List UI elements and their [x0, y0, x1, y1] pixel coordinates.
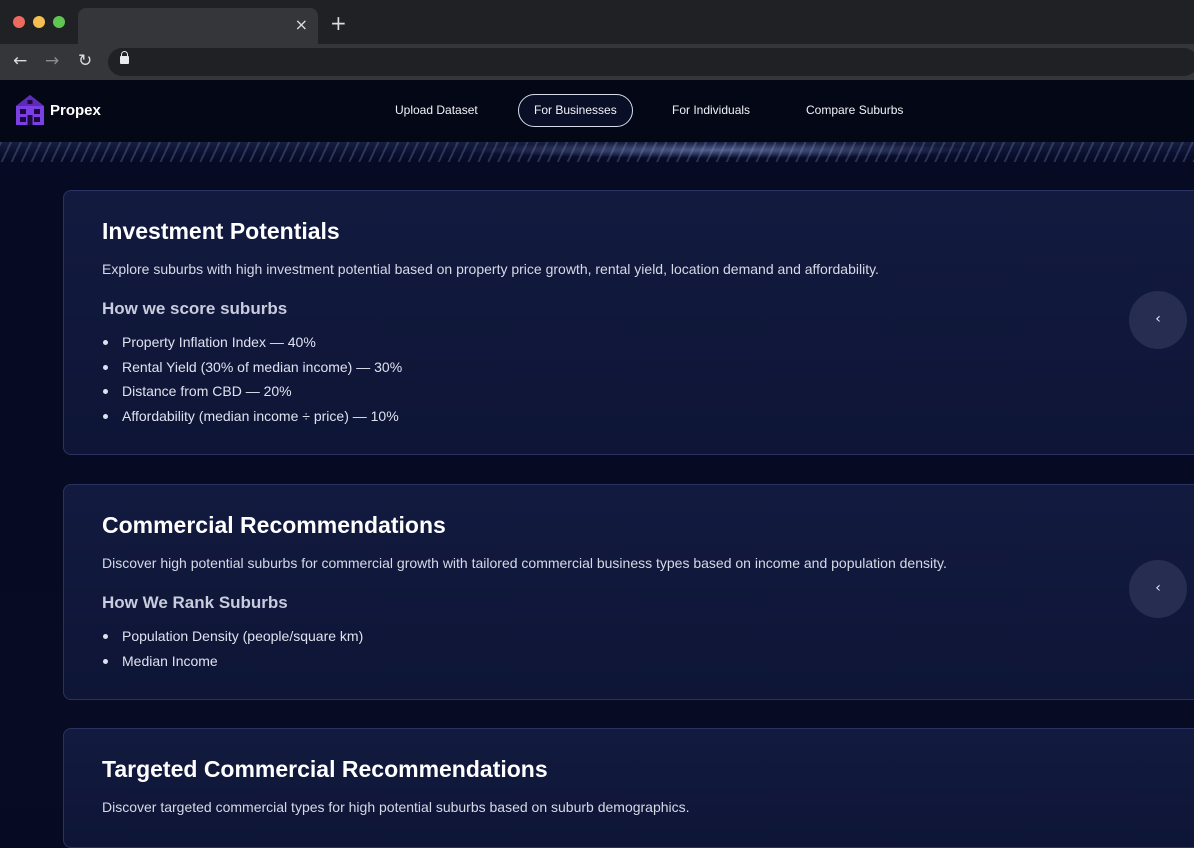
card-description: Explore suburbs with high investment pot… [102, 261, 879, 277]
chevron-left-button[interactable]: ‹ [1129, 291, 1187, 349]
minimize-window-button[interactable] [33, 16, 45, 28]
card-description: Discover targeted commercial types for h… [102, 799, 690, 815]
card-subtitle: How we score suburbs [102, 299, 288, 318]
browser-tab[interactable]: × [78, 8, 318, 44]
reload-icon[interactable]: ↻ [78, 52, 92, 70]
main-content: Investment Potentials Explore suburbs wi… [0, 162, 1194, 848]
card-title: Targeted Commercial Recommendations [102, 756, 548, 782]
lock-icon [120, 51, 129, 64]
list-item: Property Inflation Index — 40% [102, 332, 402, 357]
card-subtitle: How We Rank Suburbs [102, 593, 288, 612]
app-header: Propex Upload Dataset For Businesses For… [0, 80, 1194, 142]
card-title: Investment Potentials [102, 218, 340, 244]
forward-arrow-icon[interactable]: → [45, 52, 59, 70]
browser-toolbar: ← → ↻ [0, 44, 1194, 80]
hero-glow [460, 142, 980, 158]
commercial-recommendations-card: Commercial Recommendations Discover high… [63, 484, 1194, 700]
list-item: Population Density (people/square km) [102, 626, 363, 651]
nav-for-individuals[interactable]: For Individuals [657, 94, 765, 127]
address-bar[interactable] [108, 48, 1194, 76]
list-item: Distance from CBD — 20% [102, 381, 402, 406]
nav-compare-suburbs[interactable]: Compare Suburbs [791, 94, 918, 127]
nav-upload-dataset[interactable]: Upload Dataset [380, 94, 493, 127]
list-item: Affordability (median income ÷ price) — … [102, 406, 402, 431]
investment-potentials-card: Investment Potentials Explore suburbs wi… [63, 190, 1194, 455]
rank-criteria-list: Population Density (people/square km) Me… [102, 626, 363, 675]
score-criteria-list: Property Inflation Index — 40% Rental Yi… [102, 332, 402, 431]
card-title: Commercial Recommendations [102, 512, 446, 538]
list-item: Median Income [102, 651, 363, 676]
browser-tab-strip: × + [0, 0, 1194, 44]
house-logo-svg [16, 95, 44, 125]
nav-for-businesses[interactable]: For Businesses [518, 94, 633, 127]
list-item: Rental Yield (30% of median income) — 30… [102, 357, 402, 382]
close-window-button[interactable] [13, 16, 25, 28]
house-logo-icon[interactable] [15, 94, 45, 126]
chevron-left-icon: ‹ [1155, 580, 1161, 596]
card-description: Discover high potential suburbs for comm… [102, 555, 947, 571]
chevron-left-button[interactable]: ‹ [1129, 560, 1187, 618]
chevron-left-icon: ‹ [1155, 311, 1161, 327]
new-tab-button[interactable]: + [330, 13, 347, 33]
targeted-commercial-recommendations-card: Targeted Commercial Recommendations Disc… [63, 728, 1194, 848]
close-icon[interactable]: × [295, 16, 308, 34]
maximize-window-button[interactable] [53, 16, 65, 28]
brand-name[interactable]: Propex [50, 102, 101, 119]
back-arrow-icon[interactable]: ← [13, 52, 27, 70]
